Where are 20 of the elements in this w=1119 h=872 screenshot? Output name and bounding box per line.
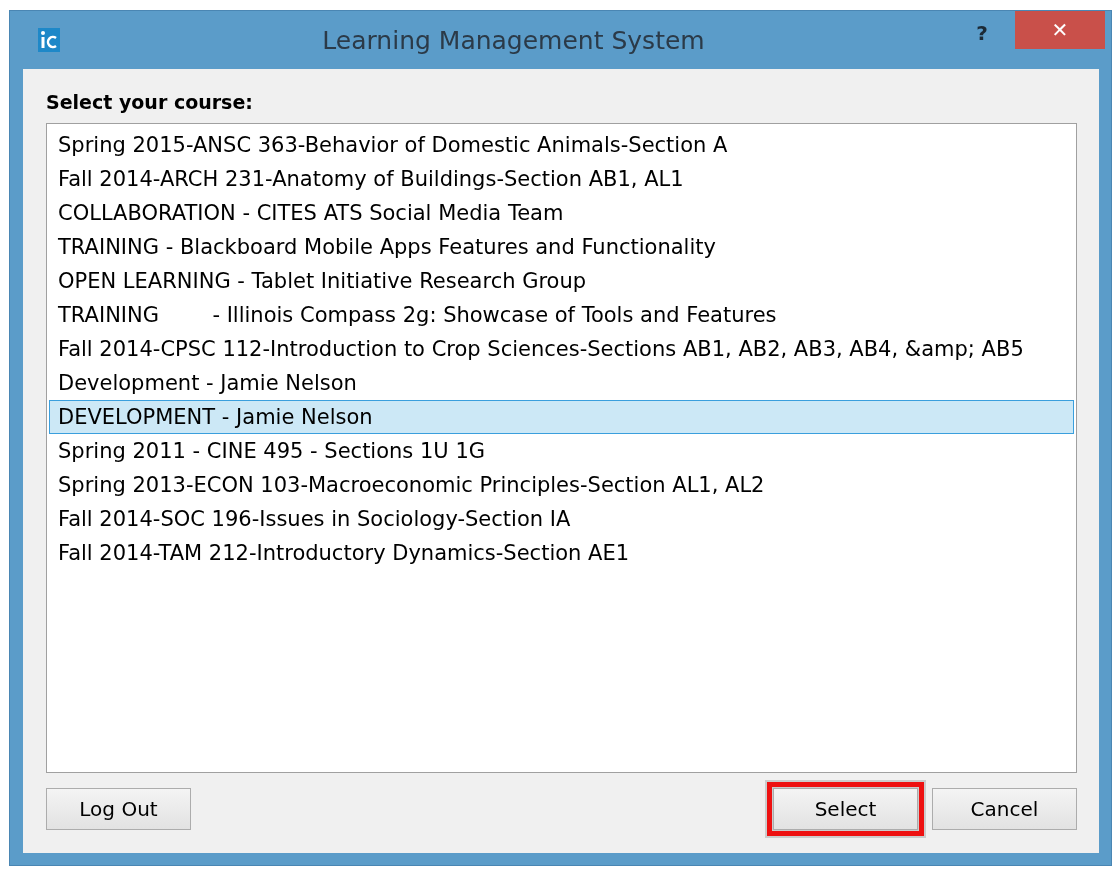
course-item[interactable]: Fall 2014-TAM 212-Introductory Dynamics-Section AE1	[49, 536, 1074, 570]
app-logo-icon	[38, 28, 60, 52]
dialog-button[interactable]: Cancel	[932, 788, 1077, 830]
course-item[interactable]: COLLABORATION - CITES ATS Social Media Team	[49, 196, 1074, 230]
help-button[interactable]: ?	[967, 21, 997, 45]
course-item[interactable]: DEVELOPMENT - Jamie Nelson	[49, 400, 1074, 434]
course-item[interactable]: TRAINING - Illinois Compass 2g: Showcase of Tools and Features	[49, 298, 1074, 332]
course-item[interactable]: Development - Jamie Nelson	[49, 366, 1074, 400]
course-item[interactable]: Spring 2013-ECON 103-Macroeconomic Principles-Section AL1, AL2	[49, 468, 1074, 502]
course-item[interactable]: OPEN LEARNING - Tablet Initiative Research Group	[49, 264, 1074, 298]
course-item[interactable]: Spring 2011 - CINE 495 - Sections 1U 1G	[49, 434, 1074, 468]
course-item[interactable]: Fall 2014-CPSC 112-Introduction to Crop Sciences-Sections AB1, AB2, AB3, AB4, &amp; AB5	[49, 332, 1074, 366]
course-item[interactable]: Fall 2014-ARCH 231-Anatomy of Buildings-Section AB1, AL1	[49, 162, 1074, 196]
prompt-label: Select your course:	[46, 91, 254, 113]
close-button[interactable]: ✕	[1015, 11, 1105, 49]
course-item[interactable]: TRAINING - Blackboard Mobile Apps Features and Functionality	[49, 230, 1074, 264]
dialog-button[interactable]: Log Out	[46, 788, 191, 830]
course-item[interactable]: Fall 2014-SOC 196-Issues in Sociology-Section IA	[49, 502, 1074, 536]
course-item[interactable]: Spring 2015-ANSC 363-Behavior of Domestic Animals-Section A	[49, 128, 1074, 162]
window-title: Learning Management System	[321, 25, 706, 55]
